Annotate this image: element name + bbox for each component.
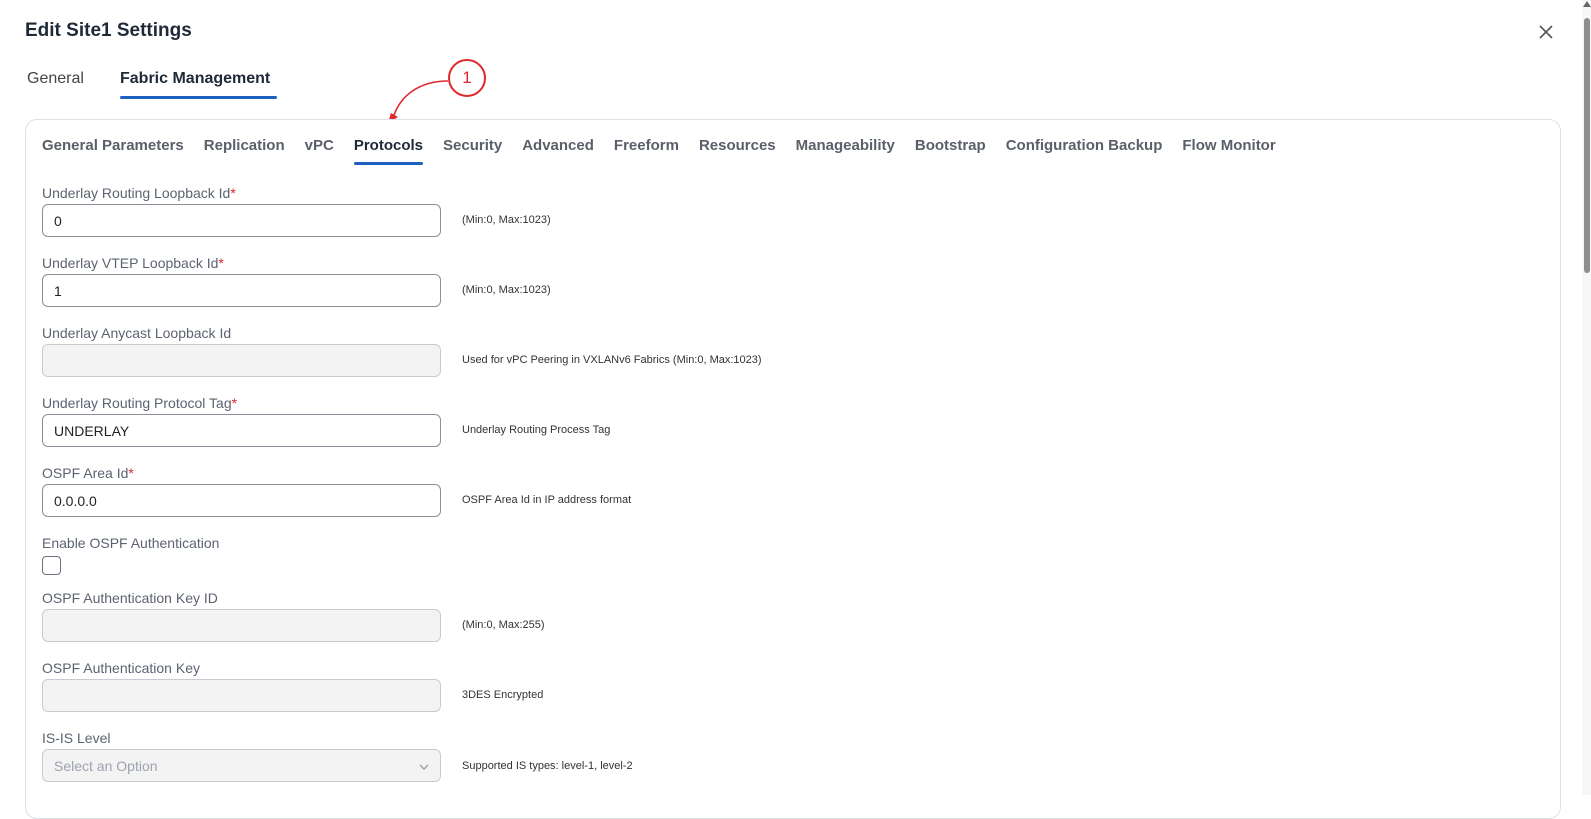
isis-level-placeholder: Select an Option	[54, 757, 158, 774]
tab-resources[interactable]: Resources	[699, 137, 776, 154]
routing-loopback-help: (Min:0, Max:1023)	[462, 214, 551, 226]
active-tab-indicator	[120, 96, 277, 99]
tab-flow-monitor[interactable]: Flow Monitor	[1182, 137, 1275, 154]
routing-protocol-tag-input[interactable]: UNDERLAY	[42, 414, 441, 447]
chevron-down-icon	[418, 760, 430, 776]
ospf-auth-key-label: OSPF Authentication Key	[42, 660, 200, 676]
routing-protocol-tag-label: Underlay Routing Protocol Tag*	[42, 395, 238, 411]
enable-ospf-auth-label: Enable OSPF Authentication	[42, 535, 220, 551]
tab-protocols[interactable]: Protocols	[353, 137, 424, 165]
routing-loopback-input[interactable]: 0	[42, 204, 441, 237]
scrollbar-thumb[interactable]	[1584, 18, 1590, 273]
ospf-auth-key-id-label: OSPF Authentication Key ID	[42, 590, 218, 606]
ospf-auth-key-id-input[interactable]	[42, 609, 441, 642]
tab-configuration-backup[interactable]: Configuration Backup	[1006, 137, 1163, 154]
routing-loopback-label: Underlay Routing Loopback Id*	[42, 185, 236, 201]
ospf-auth-key-help: 3DES Encrypted	[462, 689, 544, 701]
isis-level-select[interactable]: Select an Option	[42, 749, 441, 782]
scrollbar[interactable]	[1582, 0, 1591, 795]
tab-security[interactable]: Security	[443, 137, 502, 154]
tab-replication[interactable]: Replication	[204, 137, 285, 154]
anycast-loopback-input[interactable]	[42, 344, 441, 377]
tab-advanced[interactable]: Advanced	[522, 137, 594, 154]
vtep-loopback-help: (Min:0, Max:1023)	[462, 284, 551, 296]
ospf-area-id-label: OSPF Area Id*	[42, 465, 134, 481]
enable-ospf-auth-checkbox[interactable]	[42, 556, 61, 575]
ospf-area-id-input[interactable]: 0.0.0.0	[42, 484, 441, 517]
close-icon[interactable]	[1536, 22, 1556, 42]
anycast-loopback-help: Used for vPC Peering in VXLANv6 Fabrics …	[462, 354, 762, 366]
dialog-title: Edit Site1 Settings	[25, 20, 192, 41]
scroll-up-arrow-icon[interactable]	[1583, 1, 1591, 7]
isis-level-label: IS-IS Level	[42, 730, 111, 746]
sub-tab-bar: General Parameters Replication vPC Proto…	[42, 137, 1276, 165]
isis-level-help: Supported IS types: level-1, level-2	[462, 760, 633, 772]
tab-freeform[interactable]: Freeform	[614, 137, 679, 154]
ospf-auth-key-id-help: (Min:0, Max:255)	[462, 619, 545, 631]
anycast-loopback-label: Underlay Anycast Loopback Id	[42, 325, 232, 341]
vtep-loopback-input[interactable]: 1	[42, 274, 441, 307]
tab-bootstrap[interactable]: Bootstrap	[915, 137, 986, 154]
ospf-area-id-help: OSPF Area Id in IP address format	[462, 494, 632, 506]
tab-vpc[interactable]: vPC	[305, 137, 334, 154]
vtep-loopback-label: Underlay VTEP Loopback Id*	[42, 255, 224, 271]
routing-protocol-tag-help: Underlay Routing Process Tag	[462, 424, 611, 436]
tab-fabric-management[interactable]: Fabric Management	[120, 70, 270, 88]
ospf-auth-key-input[interactable]	[42, 679, 441, 712]
tab-manageability[interactable]: Manageability	[796, 137, 895, 154]
tab-general-parameters[interactable]: General Parameters	[42, 137, 184, 154]
tab-general[interactable]: General	[27, 70, 84, 88]
